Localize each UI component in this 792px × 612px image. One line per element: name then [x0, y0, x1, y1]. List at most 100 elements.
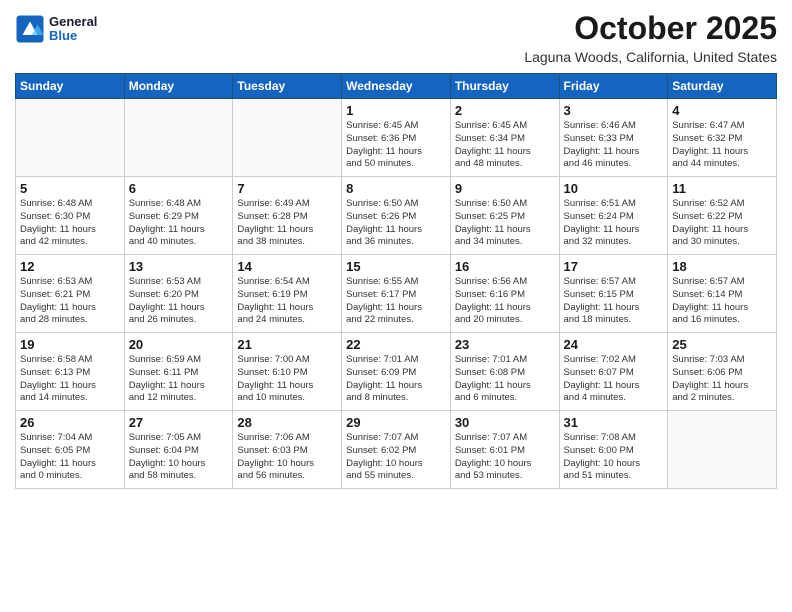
day-info: Sunrise: 6:54 AM Sunset: 6:19 PM Dayligh… [237, 276, 337, 327]
day-number: 4 [672, 103, 772, 118]
calendar-cell: 10 Sunrise: 6:51 AM Sunset: 6:24 PM Dayli… [559, 177, 668, 255]
calendar-cell [668, 411, 777, 489]
day-info: Sunrise: 6:57 AM Sunset: 6:14 PM Dayligh… [672, 276, 772, 327]
day-info: Sunrise: 7:02 AM Sunset: 6:07 PM Dayligh… [564, 354, 664, 405]
day-info: Sunrise: 7:07 AM Sunset: 6:02 PM Dayligh… [346, 432, 446, 483]
calendar-cell: 29Sunrise: 7:07 AM Sunset: 6:02 PM Dayli… [342, 411, 451, 489]
day-number: 9 [455, 181, 555, 196]
calendar-cell: 14 Sunrise: 6:54 AM Sunset: 6:19 PM Dayli… [233, 255, 342, 333]
calendar-cell: 6 Sunrise: 6:48 AM Sunset: 6:29 PM Daylig… [124, 177, 233, 255]
day-info: Sunrise: 7:01 AM Sunset: 6:09 PM Dayligh… [346, 354, 446, 405]
day-number: 5 [20, 181, 120, 196]
day-number: 31 [564, 415, 664, 430]
day-number: 10 [564, 181, 664, 196]
calendar-cell: 30 Sunrise: 7:07 AM Sunset: 6:01 PM Dayli… [450, 411, 559, 489]
day-number: 28 [237, 415, 337, 430]
day-number: 17 [564, 259, 664, 274]
calendar-cell: 22 Sunrise: 7:01 AM Sunset: 6:09 PM Dayli… [342, 333, 451, 411]
calendar-cell: 8 Sunrise: 6:50 AM Sunset: 6:26 PM Daylig… [342, 177, 451, 255]
weekday-wednesday: Wednesday [342, 74, 451, 99]
calendar-cell: 19 Sunrise: 6:58 AM Sunset: 6:13 PM Dayli… [16, 333, 125, 411]
week-row-2: 5 Sunrise: 6:48 AM Sunset: 6:30 PM Daylig… [16, 177, 777, 255]
day-number: 23 [455, 337, 555, 352]
calendar-cell: 24Sunrise: 7:02 AM Sunset: 6:07 PM Dayli… [559, 333, 668, 411]
logo: General Blue [15, 14, 97, 44]
day-info: Sunrise: 6:49 AM Sunset: 6:28 PM Dayligh… [237, 198, 337, 249]
calendar-cell [233, 99, 342, 177]
calendar-cell: 9 Sunrise: 6:50 AM Sunset: 6:25 PM Daylig… [450, 177, 559, 255]
day-info: Sunrise: 7:06 AM Sunset: 6:03 PM Dayligh… [237, 432, 337, 483]
day-info: Sunrise: 7:01 AM Sunset: 6:08 PM Dayligh… [455, 354, 555, 405]
calendar-cell: 16 Sunrise: 6:56 AM Sunset: 6:16 PM Dayli… [450, 255, 559, 333]
day-info: Sunrise: 6:57 AM Sunset: 6:15 PM Dayligh… [564, 276, 664, 327]
day-number: 27 [129, 415, 229, 430]
weekday-saturday: Saturday [668, 74, 777, 99]
weekday-tuesday: Tuesday [233, 74, 342, 99]
calendar-cell: 5 Sunrise: 6:48 AM Sunset: 6:30 PM Daylig… [16, 177, 125, 255]
calendar-cell: 2Sunrise: 6:45 AM Sunset: 6:34 PM Daylig… [450, 99, 559, 177]
day-number: 15 [346, 259, 446, 274]
location: Laguna Woods, California, United States [524, 49, 777, 65]
month-title: October 2025 [524, 10, 777, 47]
day-number: 8 [346, 181, 446, 196]
day-number: 18 [672, 259, 772, 274]
day-info: Sunrise: 7:08 AM Sunset: 6:00 PM Dayligh… [564, 432, 664, 483]
weekday-friday: Friday [559, 74, 668, 99]
header: General Blue October 2025 Laguna Woods, … [15, 10, 777, 65]
logo-blue: Blue [49, 29, 97, 43]
day-info: Sunrise: 6:50 AM Sunset: 6:26 PM Dayligh… [346, 198, 446, 249]
day-number: 12 [20, 259, 120, 274]
week-row-5: 26 Sunrise: 7:04 AM Sunset: 6:05 PM Dayli… [16, 411, 777, 489]
day-number: 1 [346, 103, 446, 118]
day-info: Sunrise: 7:03 AM Sunset: 6:06 PM Dayligh… [672, 354, 772, 405]
day-number: 13 [129, 259, 229, 274]
calendar-cell: 11Sunrise: 6:52 AM Sunset: 6:22 PM Dayli… [668, 177, 777, 255]
calendar-cell: 26 Sunrise: 7:04 AM Sunset: 6:05 PM Dayli… [16, 411, 125, 489]
day-number: 19 [20, 337, 120, 352]
day-info: Sunrise: 6:53 AM Sunset: 6:21 PM Dayligh… [20, 276, 120, 327]
day-number: 14 [237, 259, 337, 274]
week-row-1: 1 Sunrise: 6:45 AM Sunset: 6:36 PM Daylig… [16, 99, 777, 177]
calendar-cell: 12 Sunrise: 6:53 AM Sunset: 6:21 PM Dayli… [16, 255, 125, 333]
calendar-cell: 21 Sunrise: 7:00 AM Sunset: 6:10 PM Dayli… [233, 333, 342, 411]
calendar-cell: 3Sunrise: 6:46 AM Sunset: 6:33 PM Daylig… [559, 99, 668, 177]
day-number: 21 [237, 337, 337, 352]
day-info: Sunrise: 6:52 AM Sunset: 6:22 PM Dayligh… [672, 198, 772, 249]
day-number: 3 [564, 103, 664, 118]
logo-icon [15, 14, 45, 44]
day-info: Sunrise: 6:53 AM Sunset: 6:20 PM Dayligh… [129, 276, 229, 327]
day-info: Sunrise: 7:04 AM Sunset: 6:05 PM Dayligh… [20, 432, 120, 483]
weekday-header-row: SundayMondayTuesdayWednesdayThursdayFrid… [16, 74, 777, 99]
day-info: Sunrise: 7:05 AM Sunset: 6:04 PM Dayligh… [129, 432, 229, 483]
day-info: Sunrise: 6:58 AM Sunset: 6:13 PM Dayligh… [20, 354, 120, 405]
day-info: Sunrise: 6:47 AM Sunset: 6:32 PM Dayligh… [672, 120, 772, 171]
day-info: Sunrise: 6:50 AM Sunset: 6:25 PM Dayligh… [455, 198, 555, 249]
calendar-cell: 18 Sunrise: 6:57 AM Sunset: 6:14 PM Dayli… [668, 255, 777, 333]
day-info: Sunrise: 7:00 AM Sunset: 6:10 PM Dayligh… [237, 354, 337, 405]
calendar-cell: 28 Sunrise: 7:06 AM Sunset: 6:03 PM Dayli… [233, 411, 342, 489]
day-info: Sunrise: 6:48 AM Sunset: 6:30 PM Dayligh… [20, 198, 120, 249]
day-number: 16 [455, 259, 555, 274]
weekday-sunday: Sunday [16, 74, 125, 99]
weekday-thursday: Thursday [450, 74, 559, 99]
day-info: Sunrise: 6:56 AM Sunset: 6:16 PM Dayligh… [455, 276, 555, 327]
day-number: 6 [129, 181, 229, 196]
day-number: 22 [346, 337, 446, 352]
day-number: 30 [455, 415, 555, 430]
calendar-cell: 27 Sunrise: 7:05 AM Sunset: 6:04 PM Dayli… [124, 411, 233, 489]
day-info: Sunrise: 7:07 AM Sunset: 6:01 PM Dayligh… [455, 432, 555, 483]
logo-text: General Blue [49, 15, 97, 44]
day-info: Sunrise: 6:59 AM Sunset: 6:11 PM Dayligh… [129, 354, 229, 405]
day-info: Sunrise: 6:48 AM Sunset: 6:29 PM Dayligh… [129, 198, 229, 249]
calendar-cell [124, 99, 233, 177]
calendar-cell: 4 Sunrise: 6:47 AM Sunset: 6:32 PM Daylig… [668, 99, 777, 177]
day-number: 26 [20, 415, 120, 430]
calendar-cell: 23 Sunrise: 7:01 AM Sunset: 6:08 PM Dayli… [450, 333, 559, 411]
day-info: Sunrise: 6:45 AM Sunset: 6:36 PM Dayligh… [346, 120, 446, 171]
calendar-cell: 1 Sunrise: 6:45 AM Sunset: 6:36 PM Daylig… [342, 99, 451, 177]
day-info: Sunrise: 6:51 AM Sunset: 6:24 PM Dayligh… [564, 198, 664, 249]
week-row-4: 19 Sunrise: 6:58 AM Sunset: 6:13 PM Dayli… [16, 333, 777, 411]
calendar-cell: 25 Sunrise: 7:03 AM Sunset: 6:06 PM Dayli… [668, 333, 777, 411]
day-number: 25 [672, 337, 772, 352]
calendar-cell: 17 Sunrise: 6:57 AM Sunset: 6:15 PM Dayli… [559, 255, 668, 333]
